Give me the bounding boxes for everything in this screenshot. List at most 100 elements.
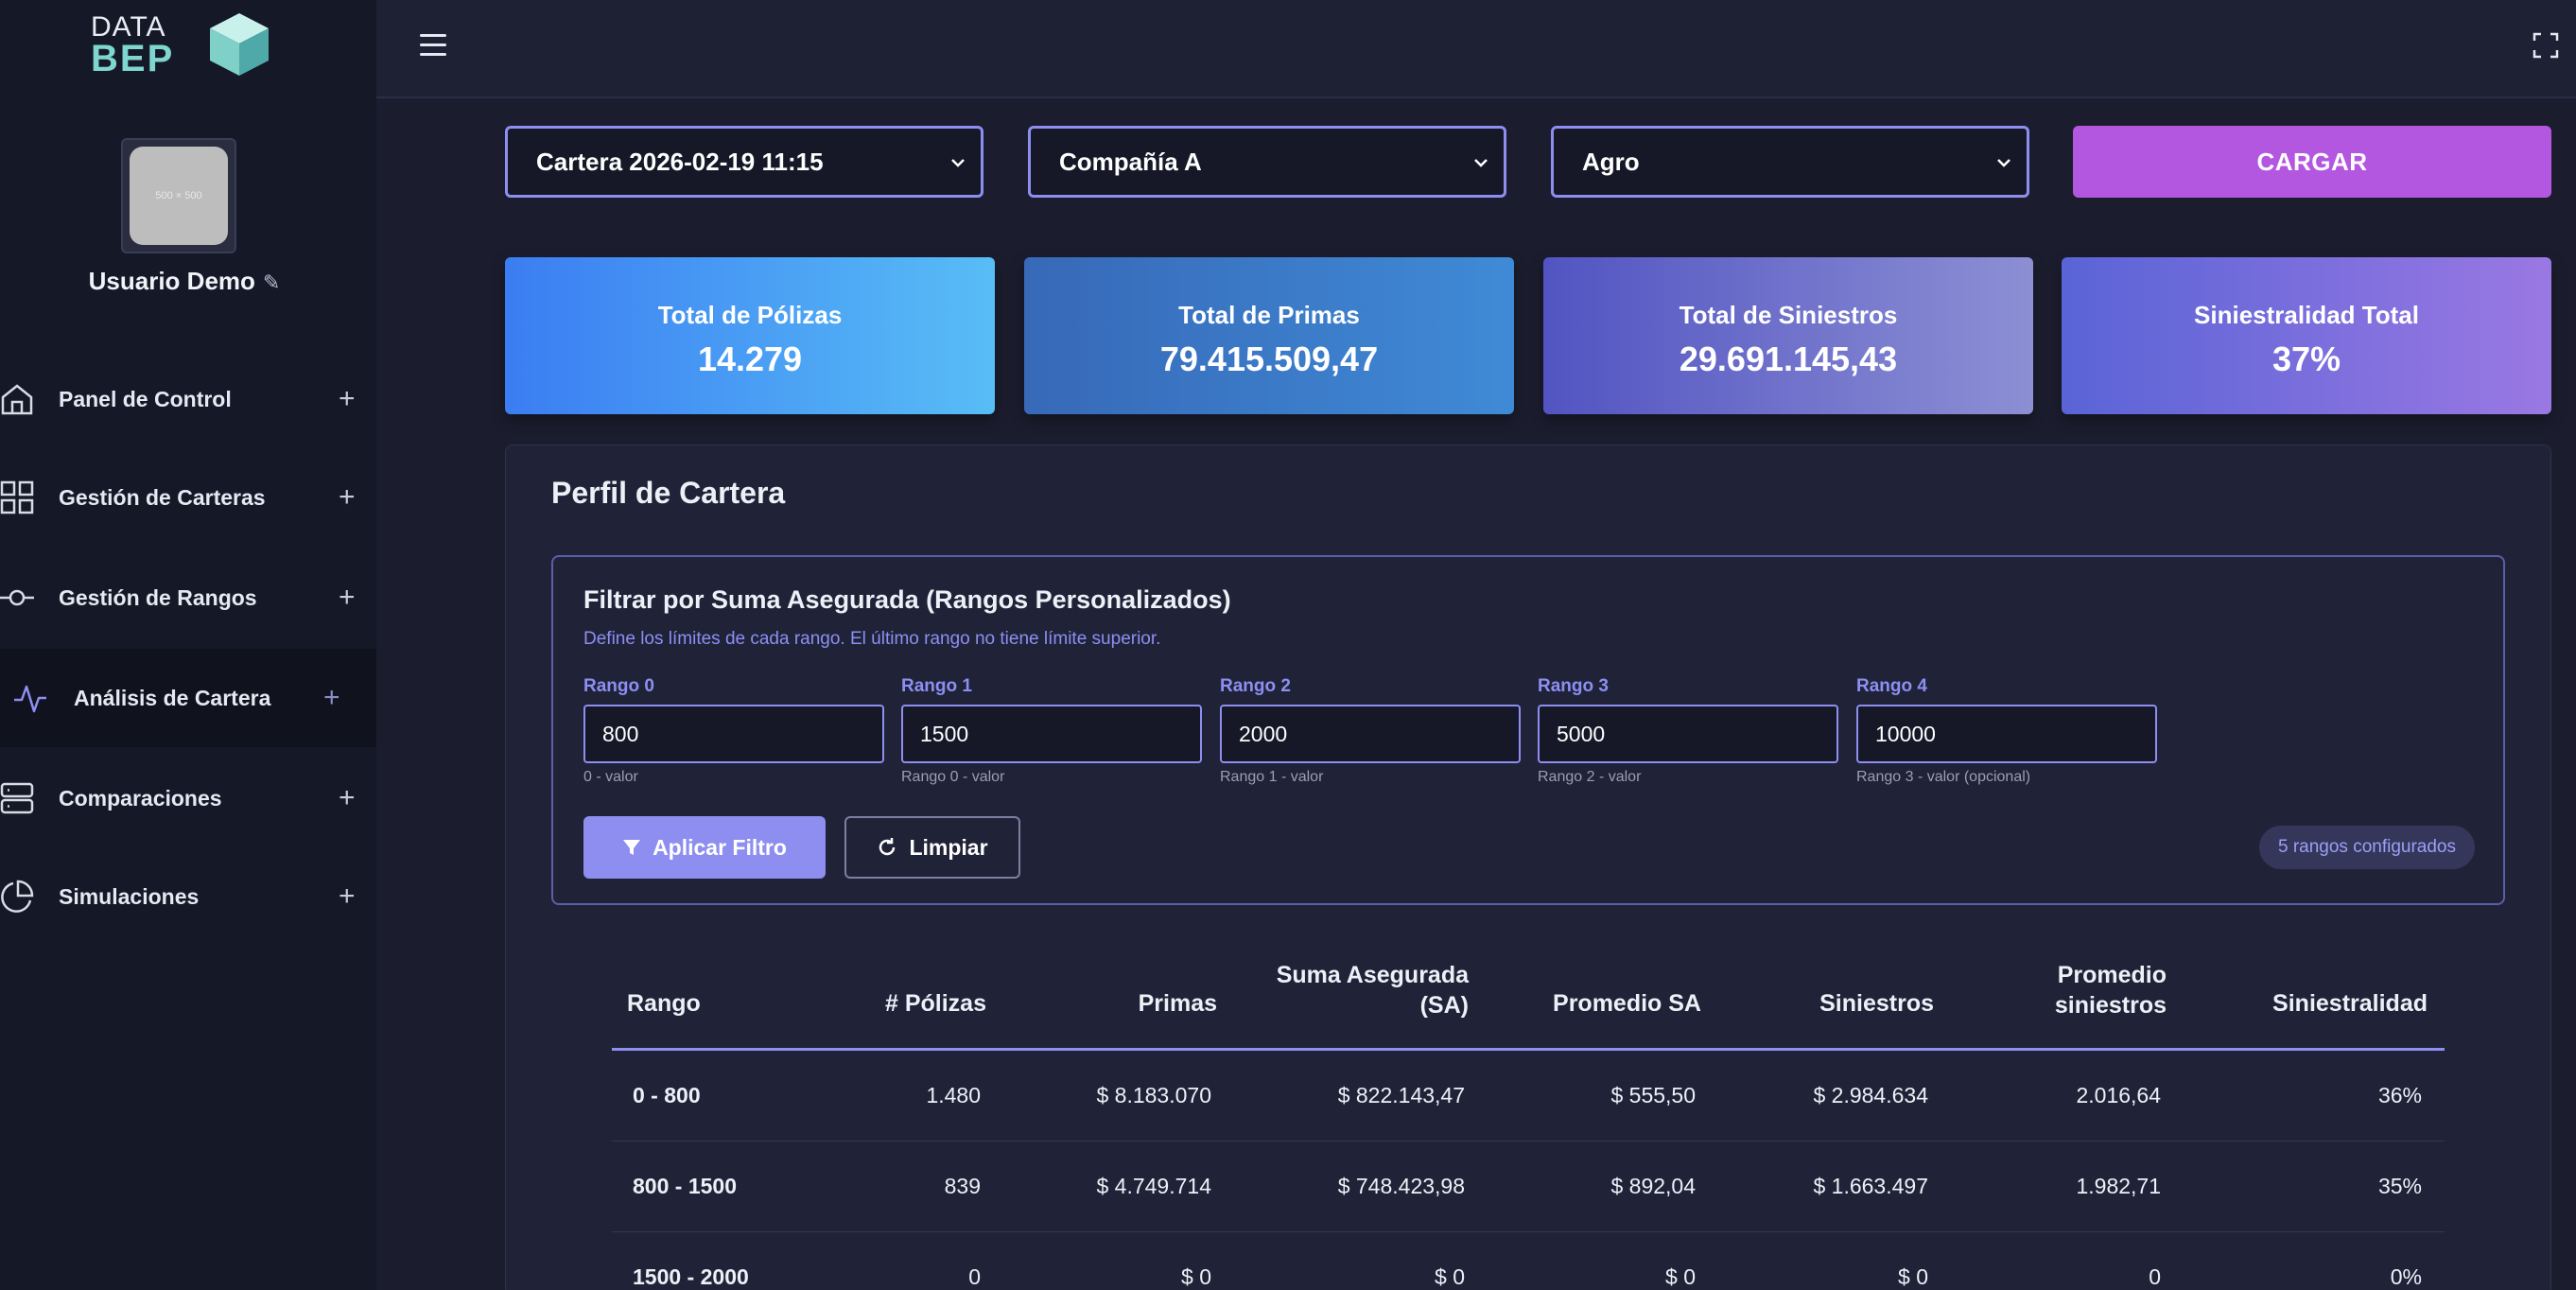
sidebar-item-comparaciones[interactable]: Comparaciones +	[0, 749, 376, 847]
column-header: Primas	[1138, 990, 1217, 1017]
table-cell: 0 - 800	[633, 1083, 701, 1107]
stat-card-policies: Total de Pólizas 14.279	[505, 257, 995, 414]
sidebar-item-panel-de-control[interactable]: Panel de Control +	[0, 350, 376, 448]
table-cell: 2.016,64	[2076, 1083, 2161, 1107]
range-input[interactable]: 800	[583, 705, 884, 763]
sidebar-item-simulaciones[interactable]: Simulaciones +	[0, 847, 376, 946]
stat-value: 14.279	[697, 340, 803, 378]
filter-description: Define los límites de cada rango. El últ…	[583, 629, 1161, 649]
range-hint: 0 - valor	[583, 769, 638, 785]
range-label: Rango 4	[1856, 676, 1927, 696]
range-field-1: Rango 1 1500 Rango 0 - valor	[901, 676, 1202, 786]
clear-button[interactable]: Limpiar	[844, 816, 1020, 879]
stat-value: 29.691.145,43	[1679, 340, 1898, 378]
table-cell: 0	[968, 1264, 981, 1289]
table-cell: 0%	[2390, 1264, 2422, 1289]
plus-icon[interactable]: +	[339, 483, 356, 512]
user-name-row: Usuario Demo ✎	[0, 267, 369, 296]
table-cell: 36%	[2377, 1083, 2422, 1107]
range-label: Rango 2	[1220, 676, 1291, 696]
column-header: Siniestros	[1819, 990, 1934, 1017]
company-select[interactable]: Compañía A	[1028, 126, 1506, 198]
table-cell: $ 2.984.634	[1813, 1083, 1928, 1107]
sidebar-item-label: Panel de Control	[59, 386, 232, 411]
sidebar-item-label: Gestión de Carteras	[59, 484, 266, 510]
table-cell: $ 0	[1435, 1264, 1465, 1289]
stat-value: 37%	[2271, 340, 2341, 378]
apply-filter-button[interactable]: Aplicar Filtro	[583, 816, 826, 879]
range-input[interactable]: 1500	[901, 705, 1202, 763]
range-filter-box: Filtrar por Suma Asegurada (Rangos Perso…	[551, 555, 2505, 905]
sidebar-item-analisis-de-cartera[interactable]: Análisis de Cartera +	[0, 649, 376, 747]
plus-icon[interactable]: +	[339, 385, 356, 413]
sidebar-item-gestion-de-carteras[interactable]: Gestión de Carteras +	[0, 448, 376, 547]
range-field-0: Rango 0 800 0 - valor	[583, 676, 884, 786]
table-cell: 1.982,71	[2076, 1174, 2161, 1198]
fullscreen-icon[interactable]	[2532, 32, 2559, 59]
table-row: 800 - 1500 839 $ 4.749.714 $ 748.423,98 …	[612, 1142, 2445, 1232]
range-hint: Rango 0 - valor	[901, 769, 1005, 785]
table-cell: $ 555,50	[1610, 1083, 1696, 1107]
chevron-down-icon	[1474, 159, 1488, 167]
stat-label: Siniestralidad Total	[2194, 301, 2419, 329]
refresh-icon	[879, 838, 896, 856]
ranges-count-badge: 5 rangos configurados	[2258, 826, 2475, 869]
sidebar-item-gestion-de-rangos[interactable]: Gestión de Rangos +	[0, 549, 376, 647]
range-field-3: Rango 3 5000 Rango 2 - valor	[1538, 676, 1838, 786]
portfolio-select[interactable]: Cartera 2026-02-19 11:15	[505, 126, 983, 198]
column-header: Siniestralidad	[2272, 990, 2428, 1017]
portfolio-select-value: Cartera 2026-02-19 11:15	[536, 147, 824, 176]
chevron-down-icon	[951, 159, 965, 167]
table-cell: $ 892,04	[1610, 1174, 1696, 1198]
stat-card-claims: Total de Siniestros 29.691.145,43	[1543, 257, 2033, 414]
stat-card-loss-ratio: Siniestralidad Total 37%	[2062, 257, 2551, 414]
range-input[interactable]: 2000	[1220, 705, 1521, 763]
plus-icon[interactable]: +	[339, 882, 356, 911]
range-icon	[0, 589, 34, 606]
line-select[interactable]: Agro	[1551, 126, 2029, 198]
load-button[interactable]: CARGAR	[2073, 126, 2551, 198]
menu-icon[interactable]	[420, 34, 446, 59]
sidebar: DATA BEP 500 × 500 Usuario Demo ✎ Panel d…	[0, 0, 376, 1290]
line-select-value: Agro	[1582, 147, 1640, 176]
edit-pencil-icon[interactable]: ✎	[263, 270, 280, 294]
sidebar-item-label: Comparaciones	[59, 785, 222, 811]
range-input[interactable]: 10000	[1856, 705, 2157, 763]
apply-filter-label: Aplicar Filtro	[653, 834, 787, 860]
brand-logo[interactable]: DATA BEP	[91, 13, 280, 79]
column-header: Rango	[627, 990, 701, 1017]
stat-card-premiums: Total de Primas 79.415.509,47	[1024, 257, 1514, 414]
portfolio-table: Rango # Pólizas Primas Suma Asegurada (S…	[612, 956, 2445, 1290]
table-cell: 1.480	[926, 1083, 981, 1107]
table-cell: $ 0	[1181, 1264, 1211, 1289]
table-cell: $ 748.423,98	[1337, 1174, 1465, 1198]
plus-icon[interactable]: +	[339, 584, 356, 612]
plus-icon[interactable]: +	[339, 784, 356, 812]
table-cell: $ 8.183.070	[1096, 1083, 1211, 1107]
panel-title: Perfil de Cartera	[551, 476, 786, 510]
range-label: Rango 1	[901, 676, 972, 696]
user-name: Usuario Demo	[88, 267, 255, 295]
logo-line2: BEP	[91, 38, 175, 79]
table-cell: 35%	[2377, 1174, 2422, 1198]
plus-icon[interactable]: +	[323, 684, 340, 712]
stat-label: Total de Primas	[1178, 301, 1360, 329]
range-label: Rango 0	[583, 676, 654, 696]
home-icon	[1, 384, 33, 415]
range-field-2: Rango 2 2000 Rango 1 - valor	[1220, 676, 1521, 786]
table-cell: 0	[2149, 1264, 2161, 1289]
table-row: 0 - 800 1.480 $ 8.183.070 $ 822.143,47 $…	[612, 1051, 2445, 1142]
clear-label: Limpiar	[909, 834, 988, 860]
sidebar-item-label: Simulaciones	[59, 883, 200, 909]
avatar[interactable]: 500 × 500	[121, 138, 236, 253]
column-header: Suma Asegurada (SA)	[1276, 962, 1469, 1019]
column-header: Promedio SA	[1553, 990, 1701, 1017]
column-header: Promedio siniestros	[2054, 962, 2167, 1019]
range-hint: Rango 2 - valor	[1538, 769, 1642, 785]
stat-label: Total de Pólizas	[657, 301, 843, 329]
stat-value: 79.415.509,47	[1159, 340, 1379, 378]
top-bar	[376, 0, 2576, 98]
avatar-placeholder: 500 × 500	[130, 147, 228, 245]
pie-chart-icon	[1, 880, 34, 913]
range-input[interactable]: 5000	[1538, 705, 1838, 763]
